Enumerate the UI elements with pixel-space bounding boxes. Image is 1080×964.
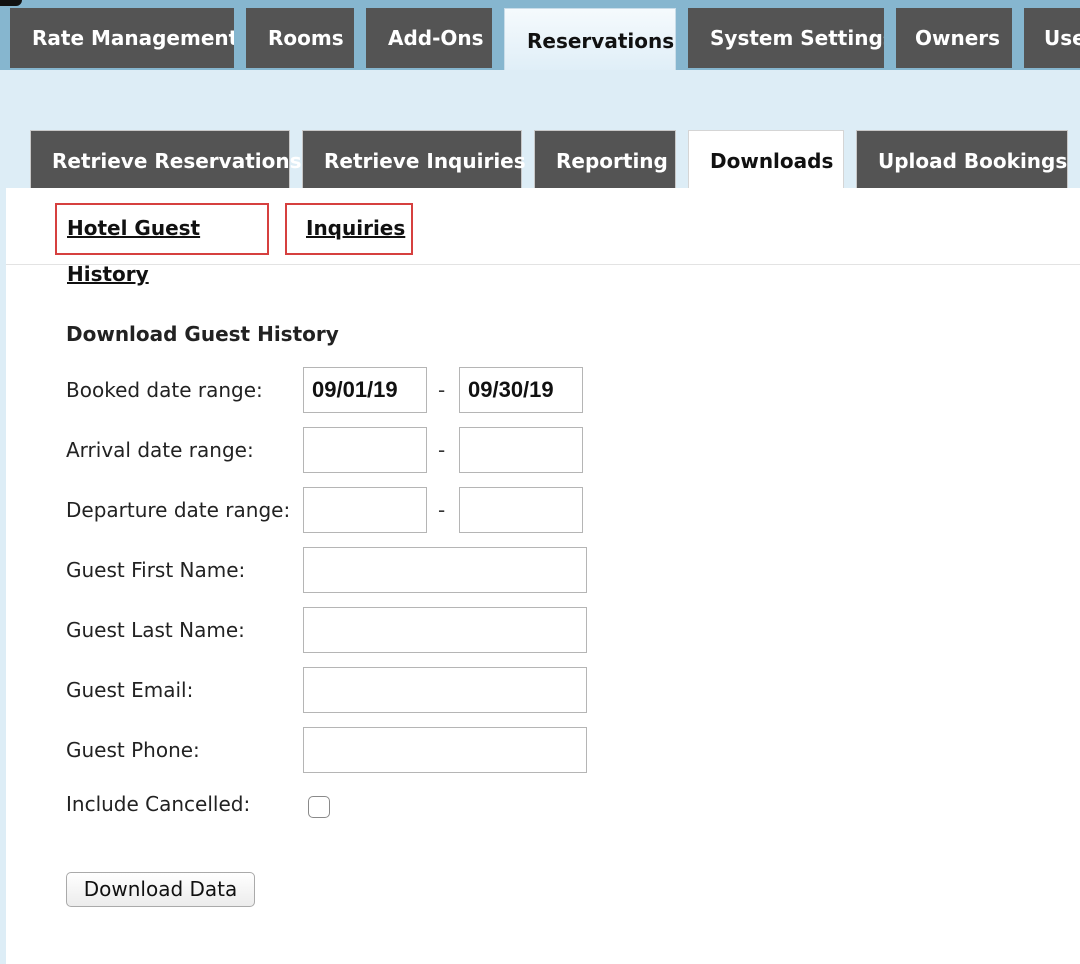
last-name-field[interactable] [303, 607, 587, 653]
range-separator: - [438, 498, 446, 522]
divider [6, 264, 1080, 265]
download-data-button[interactable]: Download Data [66, 872, 255, 907]
subtab-retrieve-inquiries[interactable]: Retrieve Inquiries [302, 130, 526, 190]
tab-rate-management[interactable]: Rate Management [10, 8, 234, 68]
subtab-retrieve-reservations[interactable]: Retrieve Reservations [30, 130, 302, 190]
departure-date-label: Departure date range: [66, 498, 291, 522]
booked-date-label: Booked date range: [66, 378, 263, 402]
subtab-upload-bookings[interactable]: Upload Bookings [856, 130, 1068, 190]
subtab-reporting[interactable]: Reporting [534, 130, 676, 190]
arrival-to-field[interactable] [459, 427, 583, 473]
form-heading: Download Guest History [66, 322, 339, 346]
tab-users[interactable]: Use [1024, 8, 1080, 68]
tab-rooms[interactable]: Rooms [246, 8, 354, 68]
first-name-field[interactable] [303, 547, 587, 593]
last-name-label: Guest Last Name: [66, 618, 245, 642]
departure-from-field[interactable] [303, 487, 427, 533]
phone-label: Guest Phone: [66, 738, 200, 762]
main-nav: Rate Management Rooms Add-Ons Reservatio… [0, 0, 1080, 70]
include-cancelled-label: Include Cancelled: [66, 792, 251, 816]
range-separator: - [438, 438, 446, 462]
range-separator: - [438, 378, 446, 402]
phone-field[interactable] [303, 727, 587, 773]
email-label: Guest Email: [66, 678, 194, 702]
inquiries-link[interactable]: Inquiries [285, 203, 413, 255]
arrival-from-field[interactable] [303, 427, 427, 473]
tab-system-settings[interactable]: System Settings [688, 8, 884, 68]
booked-from-field[interactable]: 09/01/19 [303, 367, 427, 413]
subtab-downloads[interactable]: Downloads [688, 130, 844, 190]
logo-fragment [0, 0, 22, 6]
tab-owners[interactable]: Owners [896, 8, 1012, 68]
email-field[interactable] [303, 667, 587, 713]
arrival-date-label: Arrival date range: [66, 438, 254, 462]
booked-to-field[interactable]: 09/30/19 [459, 367, 583, 413]
first-name-label: Guest First Name: [66, 558, 246, 582]
include-cancelled-checkbox[interactable] [308, 796, 330, 818]
tab-reservations[interactable]: Reservations [504, 8, 676, 70]
tab-add-ons[interactable]: Add-Ons [366, 8, 492, 68]
departure-to-field[interactable] [459, 487, 583, 533]
hotel-guest-history-link[interactable]: Hotel Guest History [55, 203, 269, 286]
